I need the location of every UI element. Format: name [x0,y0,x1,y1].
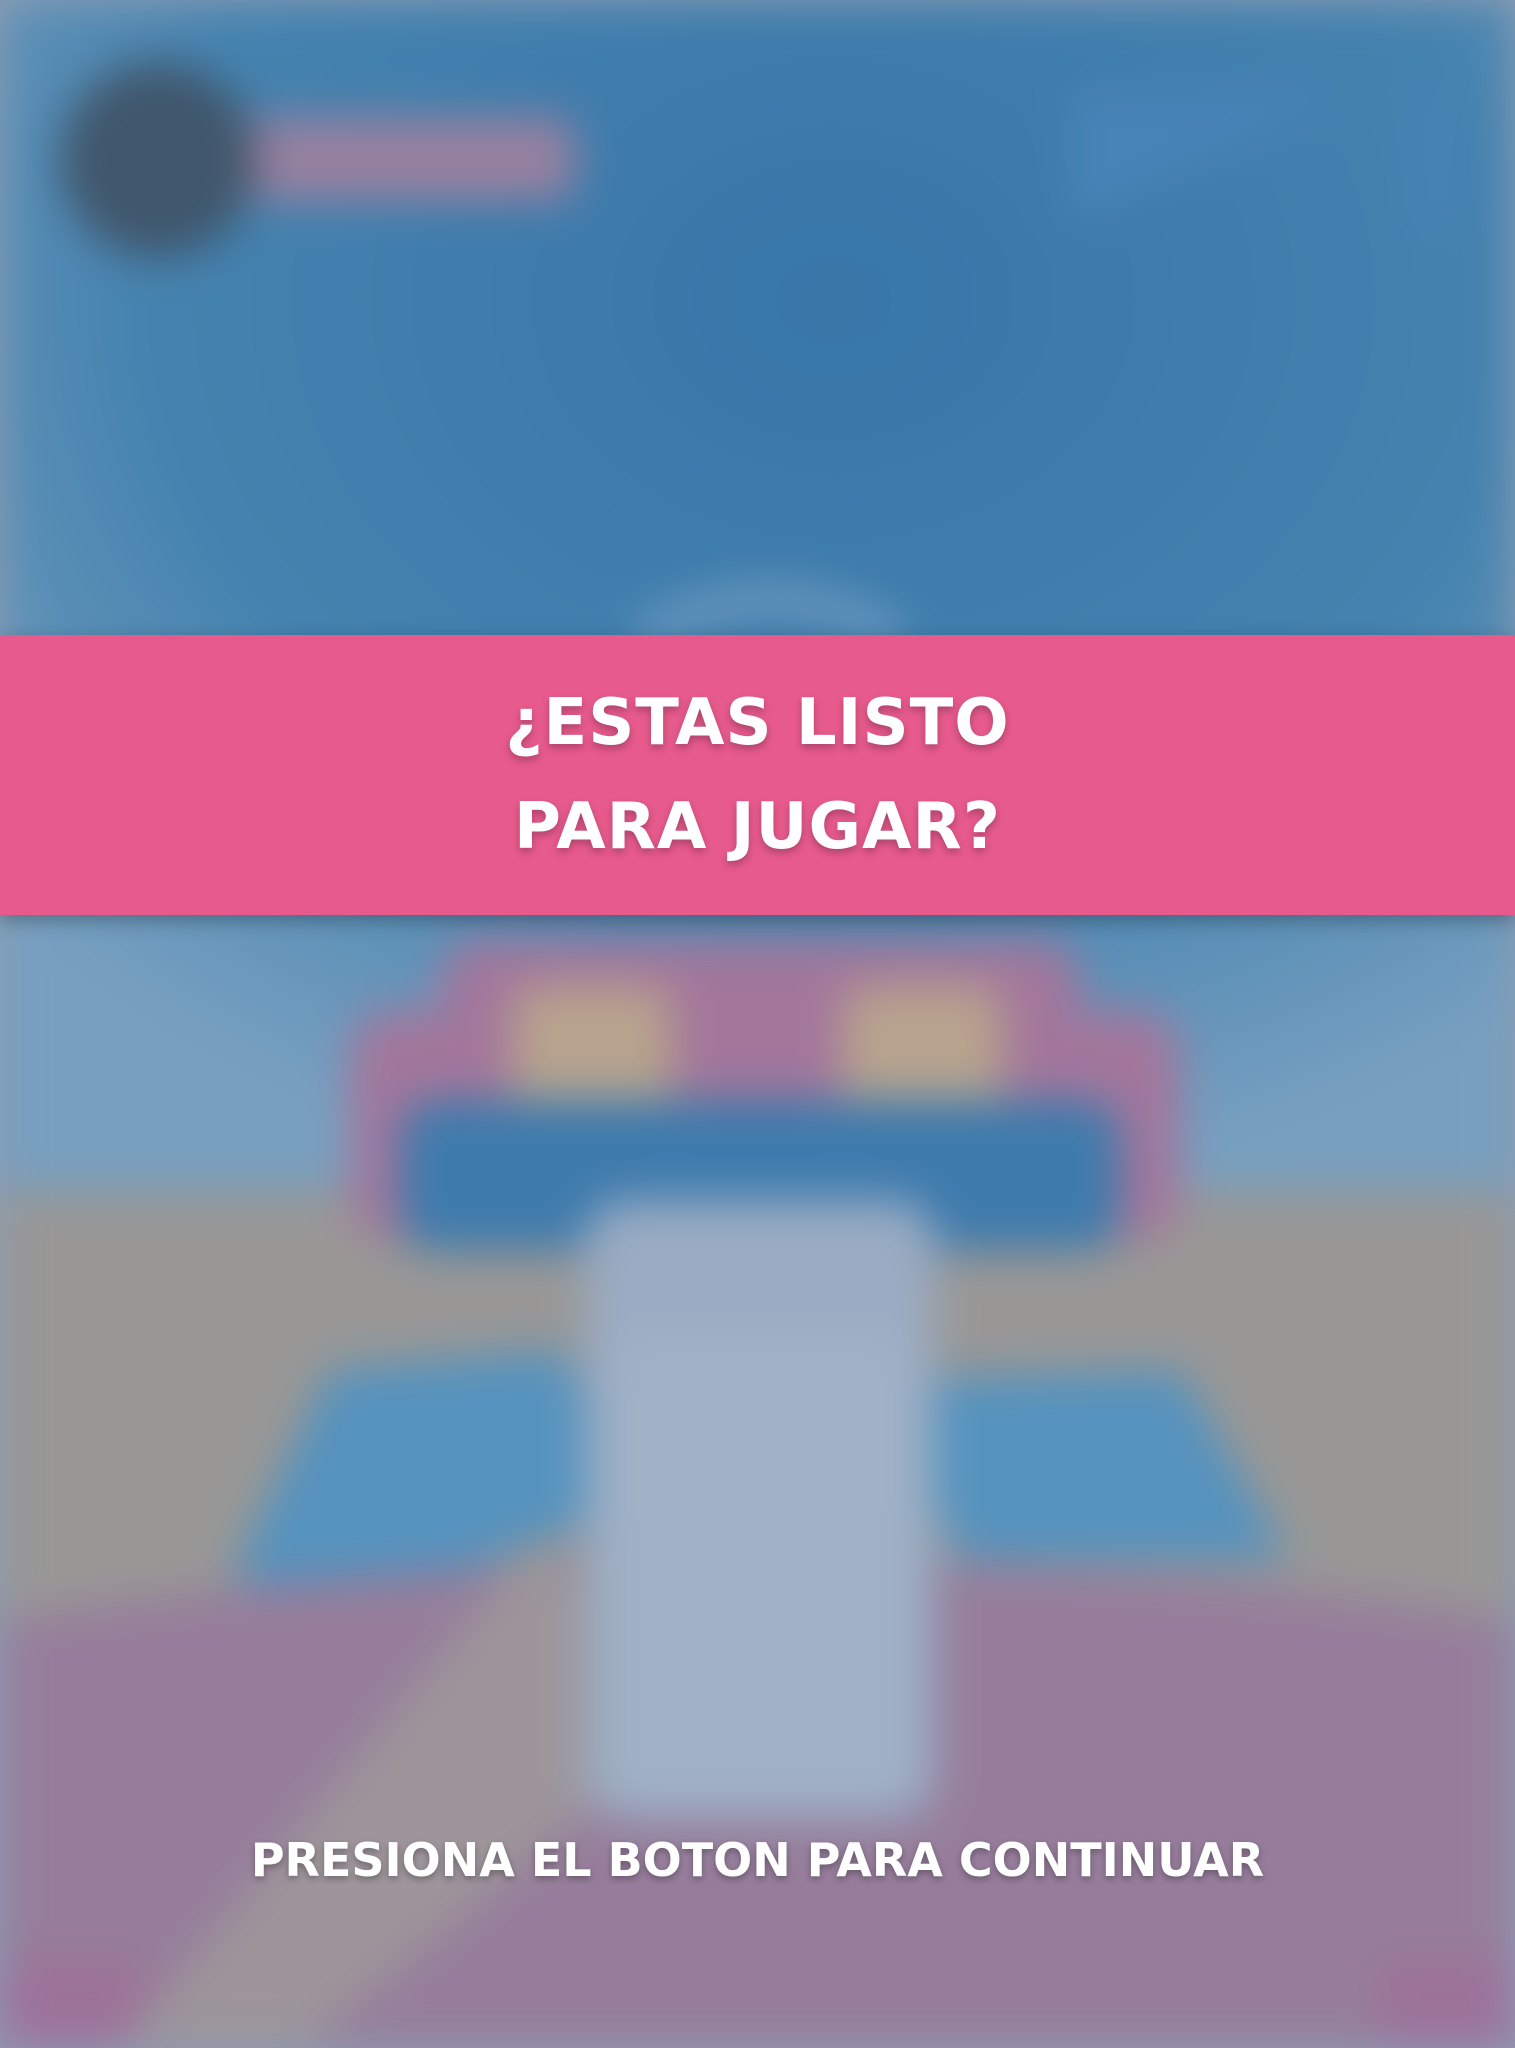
game-screen[interactable]: ¿ESTAS LISTO PARA JUGAR? PRESIONA EL BOT… [0,0,1515,2048]
prompt-line-1: ¿ESTAS LISTO [505,686,1010,760]
continue-prompt[interactable]: PRESIONA EL BOTON PARA CONTINUAR [0,1830,1515,1890]
prompt-line-2: PARA JUGAR? [514,790,1001,864]
dim-overlay [0,0,1515,2048]
ready-banner: ¿ESTAS LISTO PARA JUGAR? [0,635,1515,915]
